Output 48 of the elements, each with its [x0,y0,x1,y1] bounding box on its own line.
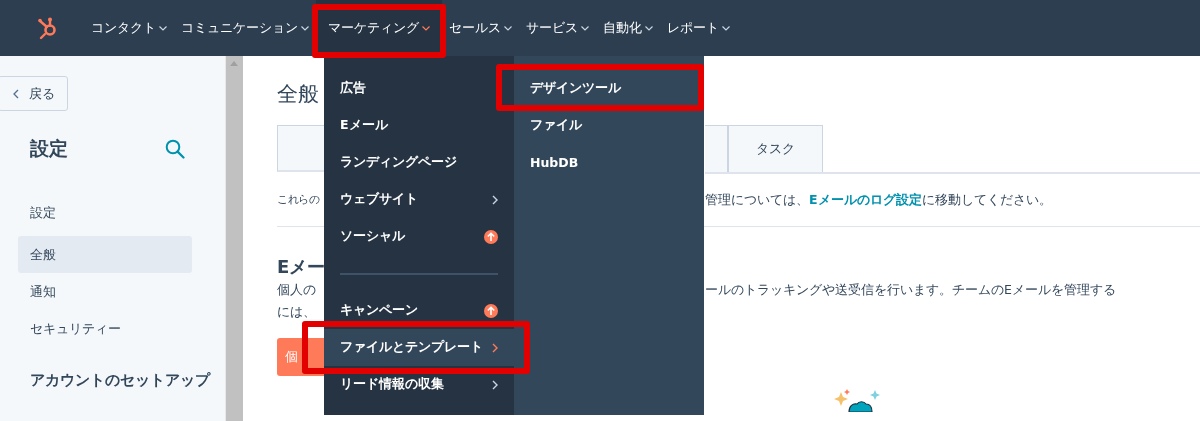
caret-icon [504,25,512,31]
section-heading: Eメー [277,255,325,279]
sidebar-section-heading: 設定 [29,204,57,222]
sidebar-title: 設定 [30,136,68,161]
submenu-item[interactable]: ファイル [514,107,704,144]
notice-text: これらの [277,192,321,208]
caret-icon [159,25,167,31]
nav-menu-item[interactable]: セールス [442,0,519,56]
sidebar-section-heading: アカウントのセットアップ [29,371,212,390]
sidebar-item[interactable]: 通知 [18,273,192,310]
upgrade-arrow-icon [484,229,498,244]
menu-item[interactable]: Eメール [324,107,514,144]
scroll-up-icon[interactable] [230,61,238,66]
nav-menu-item[interactable]: コミュニケーション [174,0,316,56]
upgrade-arrow-icon [484,303,498,318]
caret-icon [301,25,309,31]
back-button[interactable]: 戻る [0,76,68,111]
nav-menu-item[interactable]: サービス [519,0,596,56]
submenu-item[interactable]: デザインツール [514,70,704,107]
log-settings-link[interactable]: Eメールのログ設定 [809,192,922,207]
menu-item[interactable]: キャンペーン [324,292,514,329]
nav-menu-item[interactable]: 自動化 [596,0,660,56]
caret-icon [645,25,653,31]
menu-item[interactable]: ウェブサイト [324,181,514,218]
sidebar-item[interactable]: 全般 [18,236,192,273]
menu-item[interactable]: 広告 [324,70,514,107]
chevron-right-icon [492,194,498,205]
chevron-left-icon [13,88,19,99]
submenu-item[interactable]: HubDB [514,144,704,181]
sidebar-item[interactable]: セキュリティー [18,310,192,347]
notice-text: 管理については、Eメールのログ設定に移動してください。 [705,191,1053,209]
menu-item[interactable]: ランディングページ [324,144,514,181]
chevron-right-icon [492,379,498,390]
menu-item[interactable]: ソーシャル [324,218,514,255]
nav-menu-item[interactable]: コンタクト [84,0,174,56]
page-title: 全般 [277,80,319,108]
caret-icon [722,25,730,31]
description-text: には、 [277,303,317,321]
scrollbar[interactable] [225,56,243,421]
caret-icon [422,25,430,31]
nav-menu-item[interactable]: レポート [660,0,737,56]
caret-icon [581,25,589,31]
description-text: ールのトラッキングや送受信を行います。チームのEメールを管理する [705,281,1117,299]
menu-item[interactable]: ファイルとテンプレート [324,329,514,366]
description-text: 個人の [277,281,317,299]
chevron-right-icon [492,342,498,353]
tab[interactable]: タスク [728,125,823,172]
search-icon [165,139,185,159]
